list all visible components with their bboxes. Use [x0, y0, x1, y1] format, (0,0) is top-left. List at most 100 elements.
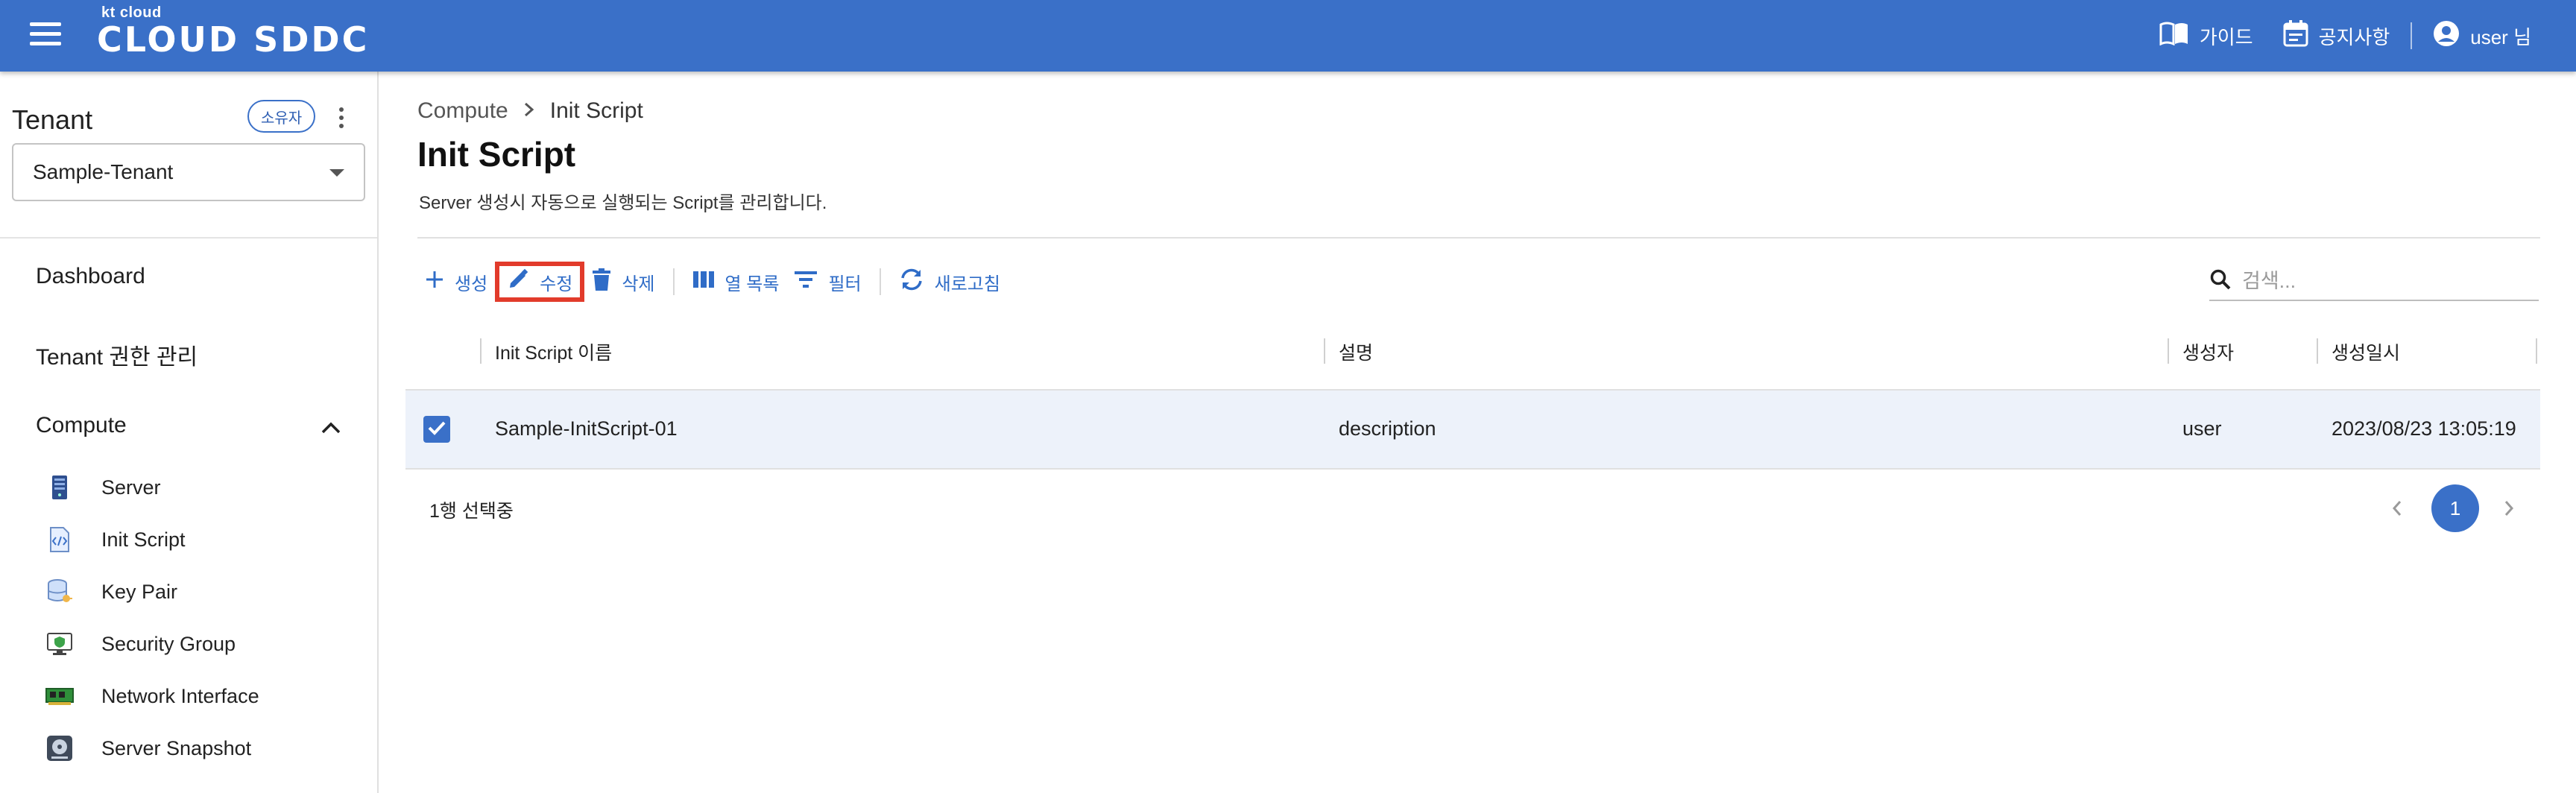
script-file-icon [45, 525, 75, 555]
user-label: user 님 [2470, 25, 2531, 48]
key-database-icon [45, 577, 75, 607]
sync-icon [899, 268, 924, 296]
monitor-shield-icon [45, 629, 75, 659]
row-checkbox[interactable] [423, 416, 450, 443]
columns-label: 열 목록 [724, 274, 780, 294]
sidebar-item-label: Key Pair [101, 580, 178, 603]
chevron-left-icon[interactable] [2382, 493, 2412, 523]
chevron-right-icon[interactable] [2494, 493, 2524, 523]
table-header: Init Script 이름 설명 생성자 생성일시 [405, 319, 2540, 391]
breadcrumb-item-current: Init Script [549, 98, 643, 123]
user-menu[interactable]: user 님 [2433, 20, 2531, 52]
refresh-label: 새로고침 [934, 274, 1000, 294]
sidebar-item-label: Server Snapshot [101, 736, 252, 759]
sidebar-item-init-script[interactable]: Init Script [45, 523, 186, 556]
sidebar-item-label: Server [101, 476, 161, 499]
filter-list-icon [794, 271, 818, 294]
header-actions: 가이드 공지사항 user 님 [2159, 0, 2531, 72]
column-header-creator[interactable]: 생성자 [2182, 337, 2234, 367]
more-vert-icon[interactable] [332, 104, 350, 131]
sidebar-divider [0, 237, 377, 238]
cell-description: description [1339, 417, 1436, 440]
cell-name: Sample-InitScript-01 [495, 417, 678, 440]
calendar-icon [2283, 19, 2308, 52]
create-button[interactable]: 생성 [417, 262, 495, 302]
check-icon [427, 420, 446, 440]
column-header-description[interactable]: 설명 [1339, 337, 1373, 367]
search-field[interactable] [2209, 262, 2539, 301]
column-divider [2536, 338, 2537, 364]
sidebar-item-network-interface[interactable]: Network Interface [45, 680, 259, 713]
table-row[interactable]: Sample-InitScript-01 description user 20… [405, 391, 2540, 470]
trash-icon [592, 268, 611, 296]
columns-button[interactable]: 열 목록 [685, 262, 787, 302]
menu-icon[interactable] [30, 22, 61, 49]
sidebar-item-server-snapshot[interactable]: Server Snapshot [45, 732, 251, 765]
top-header: kt cloud CLOUD SDDC 가이드 공지사항 user 님 [0, 0, 2576, 72]
refresh-button[interactable]: 새로고침 [891, 262, 1008, 302]
sidebar-item-label: Network Interface [101, 684, 259, 707]
breadcrumb: Compute Init Script [417, 98, 643, 124]
book-icon [2159, 22, 2189, 51]
server-icon [45, 473, 75, 502]
content-divider [417, 237, 2540, 238]
sidebar-item-tenant-permissions[interactable]: Tenant 권한 관리 [36, 338, 198, 371]
sidebar-item-server[interactable]: Server [45, 471, 161, 504]
account-icon [2433, 20, 2460, 52]
column-header-created-at[interactable]: 생성일시 [2332, 337, 2400, 367]
table-footer: 1행 선택중 1 [405, 470, 2540, 547]
delete-label: 삭제 [622, 274, 655, 294]
tenant-select[interactable]: Sample-Tenant [12, 143, 365, 201]
sidebar-item-key-pair[interactable]: Key Pair [45, 575, 177, 608]
search-input[interactable] [2242, 269, 2510, 293]
column-divider [2317, 338, 2318, 364]
tenant-title: Tenant [12, 104, 93, 135]
sidebar-item-compute[interactable]: Compute [36, 413, 127, 438]
sidebar-item-security-group[interactable]: Security Group [45, 628, 236, 660]
create-label: 생성 [455, 274, 488, 294]
chevron-right-icon [523, 98, 535, 124]
column-divider [480, 338, 482, 364]
column-divider [1324, 338, 1325, 364]
logo-subtitle: kt cloud [101, 4, 162, 21]
header-divider [2411, 22, 2413, 49]
toolbar-divider [879, 268, 881, 295]
view-column-icon [692, 271, 715, 294]
filter-button[interactable]: 필터 [786, 262, 868, 302]
page-title: Init Script [417, 135, 576, 174]
sidebar-item-label: Security Group [101, 632, 236, 655]
search-icon [2209, 268, 2232, 294]
chevron-up-icon[interactable] [321, 420, 341, 435]
guide-link[interactable]: 가이드 [2159, 22, 2253, 51]
sidebar: Tenant 소유자 Sample-Tenant Dashboard Tenan… [0, 72, 379, 793]
filter-label: 필터 [828, 274, 862, 294]
owner-badge: 소유자 [247, 100, 316, 133]
page-button-current[interactable]: 1 [2431, 484, 2479, 532]
tenant-select-value: Sample-Tenant [33, 160, 174, 183]
toolbar: 생성 수정 삭제 열 목록 필터 새로고침 [417, 258, 1008, 306]
logo[interactable]: kt cloud CLOUD SDDC [97, 4, 369, 58]
toolbar-divider [672, 268, 675, 295]
delete-button[interactable]: 삭제 [584, 262, 662, 302]
edit-label: 수정 [540, 274, 573, 294]
sidebar-item-label: Init Script [101, 528, 186, 551]
sidebar-item-dashboard[interactable]: Dashboard [36, 264, 145, 289]
breadcrumb-item-compute[interactable]: Compute [417, 98, 508, 124]
dropdown-arrow-icon [329, 169, 344, 177]
column-header-name[interactable]: Init Script 이름 [495, 337, 612, 367]
edit-button[interactable]: 수정 [495, 262, 585, 302]
init-script-table: Init Script 이름 설명 생성자 생성일시 Sample-InitSc… [405, 319, 2540, 547]
plus-icon [425, 270, 444, 294]
logo-title: CLOUD SDDC [97, 19, 370, 60]
notice-label: 공지사항 [2318, 25, 2390, 48]
selected-count: 1행 선택중 [429, 501, 514, 522]
disk-snapshot-icon [45, 733, 75, 763]
network-card-icon [45, 681, 75, 711]
guide-label: 가이드 [2199, 25, 2253, 48]
pencil-icon [507, 268, 529, 296]
notice-link[interactable]: 공지사항 [2283, 19, 2390, 52]
cell-creator: user [2182, 417, 2222, 440]
cell-created-at: 2023/08/23 13:05:19 [2332, 417, 2516, 440]
page-description: Server 생성시 자동으로 실행되는 Script를 관리합니다. [419, 193, 827, 213]
column-divider [2168, 338, 2169, 364]
